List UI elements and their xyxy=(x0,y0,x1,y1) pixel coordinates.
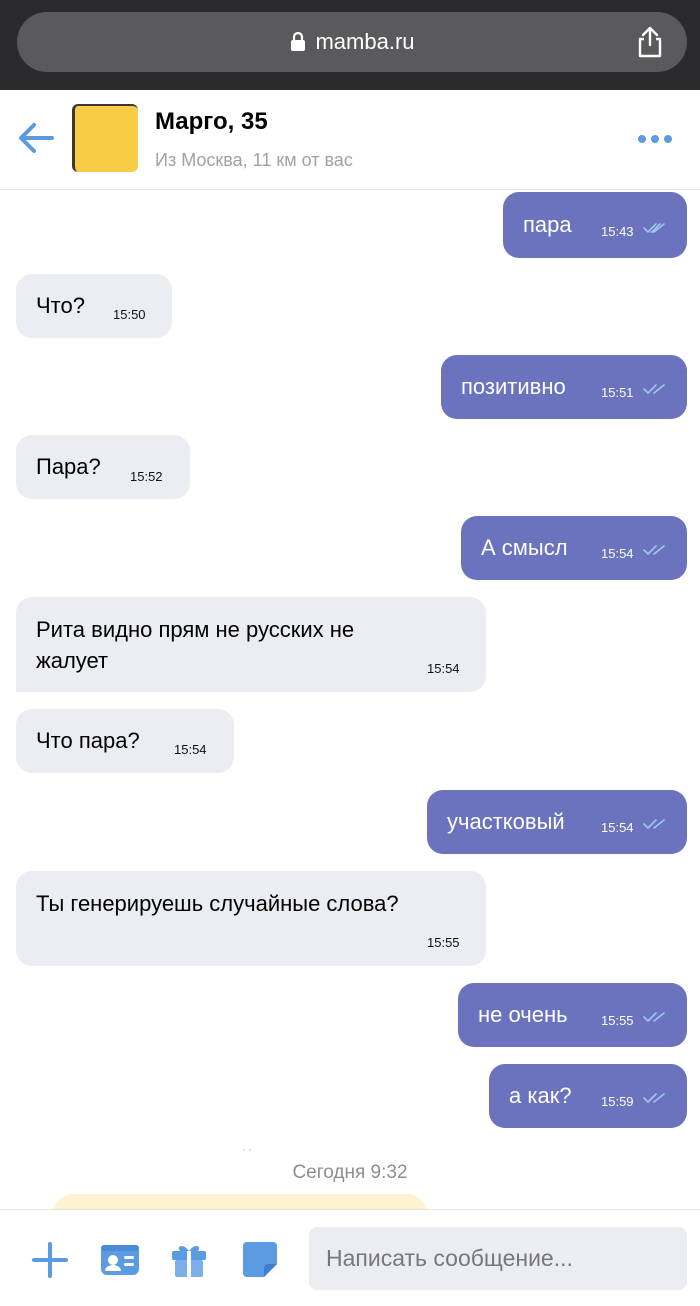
pending-message-card[interactable] xyxy=(52,1194,428,1209)
message-time: 15:54 xyxy=(174,742,207,757)
url-text: mamba.ru xyxy=(315,29,415,54)
message-text: Ты генерируешь случайные слова? xyxy=(36,891,399,916)
sticker-icon[interactable] xyxy=(240,1240,280,1280)
double-check-icon xyxy=(643,819,665,829)
composer-bar: Написать сообщение... xyxy=(0,1209,700,1306)
double-check-icon xyxy=(643,223,665,233)
browser-bar: mamba.ru xyxy=(0,0,700,90)
double-check-icon xyxy=(643,384,665,394)
message-incoming[interactable]: Пара? 15:52 xyxy=(16,435,190,499)
lock-icon xyxy=(291,31,306,51)
message-incoming[interactable]: Рита видно прям не русских не жалует 15:… xyxy=(16,597,486,692)
scroll-dots: ·· xyxy=(242,1142,254,1156)
message-list[interactable]: пара 15:43 Что? 15:50 позитивно 15:51 Па… xyxy=(0,191,700,1209)
message-time: 15:54 xyxy=(427,661,460,676)
message-text: не очень xyxy=(478,1002,568,1027)
address-bar[interactable]: mamba.ru xyxy=(17,12,687,72)
contact-name[interactable]: Марго, 35 xyxy=(155,108,268,136)
message-time: 15:43 xyxy=(601,224,634,239)
message-outgoing[interactable]: а как? 15:59 xyxy=(489,1064,687,1128)
message-outgoing[interactable]: участковый 15:54 xyxy=(427,790,687,854)
chat-header: Марго, 35 Из Москва, 11 км от вас xyxy=(0,90,700,190)
double-check-icon xyxy=(643,1012,665,1022)
message-incoming[interactable]: Что пара? 15:54 xyxy=(16,709,234,773)
plus-icon[interactable] xyxy=(30,1240,70,1280)
message-text: Пара? xyxy=(36,454,101,479)
message-time: 15:55 xyxy=(601,1013,634,1028)
double-check-icon xyxy=(643,1093,665,1103)
message-time: 15:54 xyxy=(601,820,634,835)
message-input[interactable]: Написать сообщение... xyxy=(309,1227,687,1290)
message-outgoing[interactable]: пара 15:43 xyxy=(503,192,687,258)
message-outgoing[interactable]: А смысл 15:54 xyxy=(461,516,687,580)
message-input-placeholder: Написать сообщение... xyxy=(326,1245,573,1271)
profile-card-icon[interactable] xyxy=(100,1240,140,1280)
gift-icon[interactable] xyxy=(169,1240,209,1280)
contact-location: Из Москва, 11 км от вас xyxy=(155,150,353,170)
message-text: А смысл xyxy=(481,535,568,560)
share-icon[interactable] xyxy=(635,26,665,58)
date-divider: Сегодня 9:32 xyxy=(292,1162,408,1183)
message-text: пара xyxy=(523,212,572,237)
double-check-icon xyxy=(643,545,665,555)
message-text: Рита видно прям не русских не жалует xyxy=(36,617,355,673)
message-time: 15:52 xyxy=(130,469,163,484)
back-arrow-icon[interactable] xyxy=(16,118,56,158)
message-text: позитивно xyxy=(461,374,566,399)
message-outgoing[interactable]: не очень 15:55 xyxy=(458,983,687,1047)
message-time: 15:59 xyxy=(601,1094,634,1109)
message-outgoing[interactable]: позитивно 15:51 xyxy=(441,355,687,419)
message-text: Что? xyxy=(36,293,85,318)
message-incoming[interactable]: Что? 15:50 xyxy=(16,274,172,338)
avatar[interactable] xyxy=(72,104,138,172)
message-time: 15:50 xyxy=(113,307,146,322)
message-text: Что пара? xyxy=(36,728,140,753)
message-text: а как? xyxy=(509,1083,572,1108)
message-time: 15:55 xyxy=(427,935,460,950)
message-incoming[interactable]: Ты генерируешь случайные слова? 15:55 xyxy=(16,871,486,966)
message-text: участковый xyxy=(447,809,565,834)
more-dots-icon[interactable] xyxy=(638,134,672,144)
message-time: 15:54 xyxy=(601,546,634,561)
message-time: 15:51 xyxy=(601,385,634,400)
